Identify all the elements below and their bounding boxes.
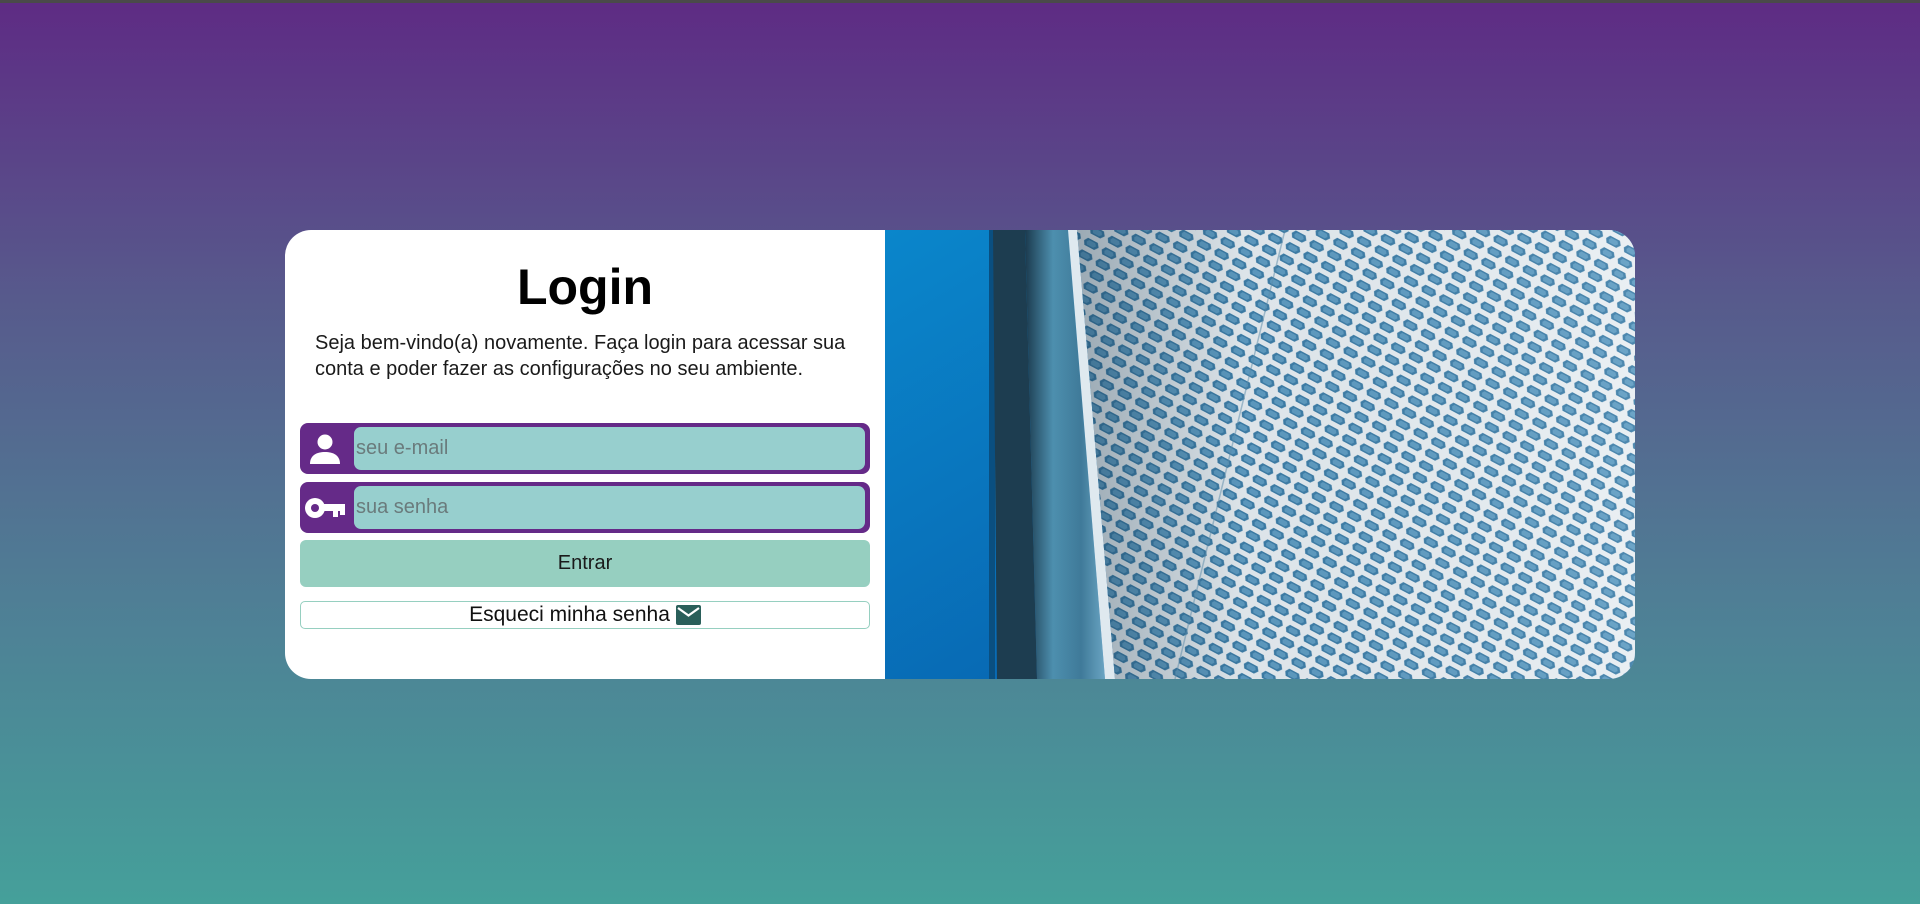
forgot-password-label: Esqueci minha senha (469, 603, 670, 626)
building-facade-image (885, 230, 1635, 679)
forgot-password-button[interactable]: Esqueci minha senha (300, 601, 870, 629)
email-field-group (300, 423, 870, 474)
password-input[interactable] (354, 486, 865, 529)
email-input[interactable] (354, 427, 865, 470)
login-card: Login Seja bem-vindo(a) novamente. Faça … (285, 230, 1635, 679)
password-field-group (300, 482, 870, 533)
login-form-panel: Login Seja bem-vindo(a) novamente. Faça … (285, 230, 885, 679)
envelope-icon (675, 605, 701, 625)
user-icon (304, 429, 346, 469)
welcome-text: Seja bem-vindo(a) novamente. Faça login … (315, 332, 846, 380)
key-icon (304, 488, 346, 528)
page-title: Login (516, 259, 654, 315)
submit-button[interactable]: Entrar (300, 540, 870, 587)
window-top-border (0, 0, 1920, 3)
